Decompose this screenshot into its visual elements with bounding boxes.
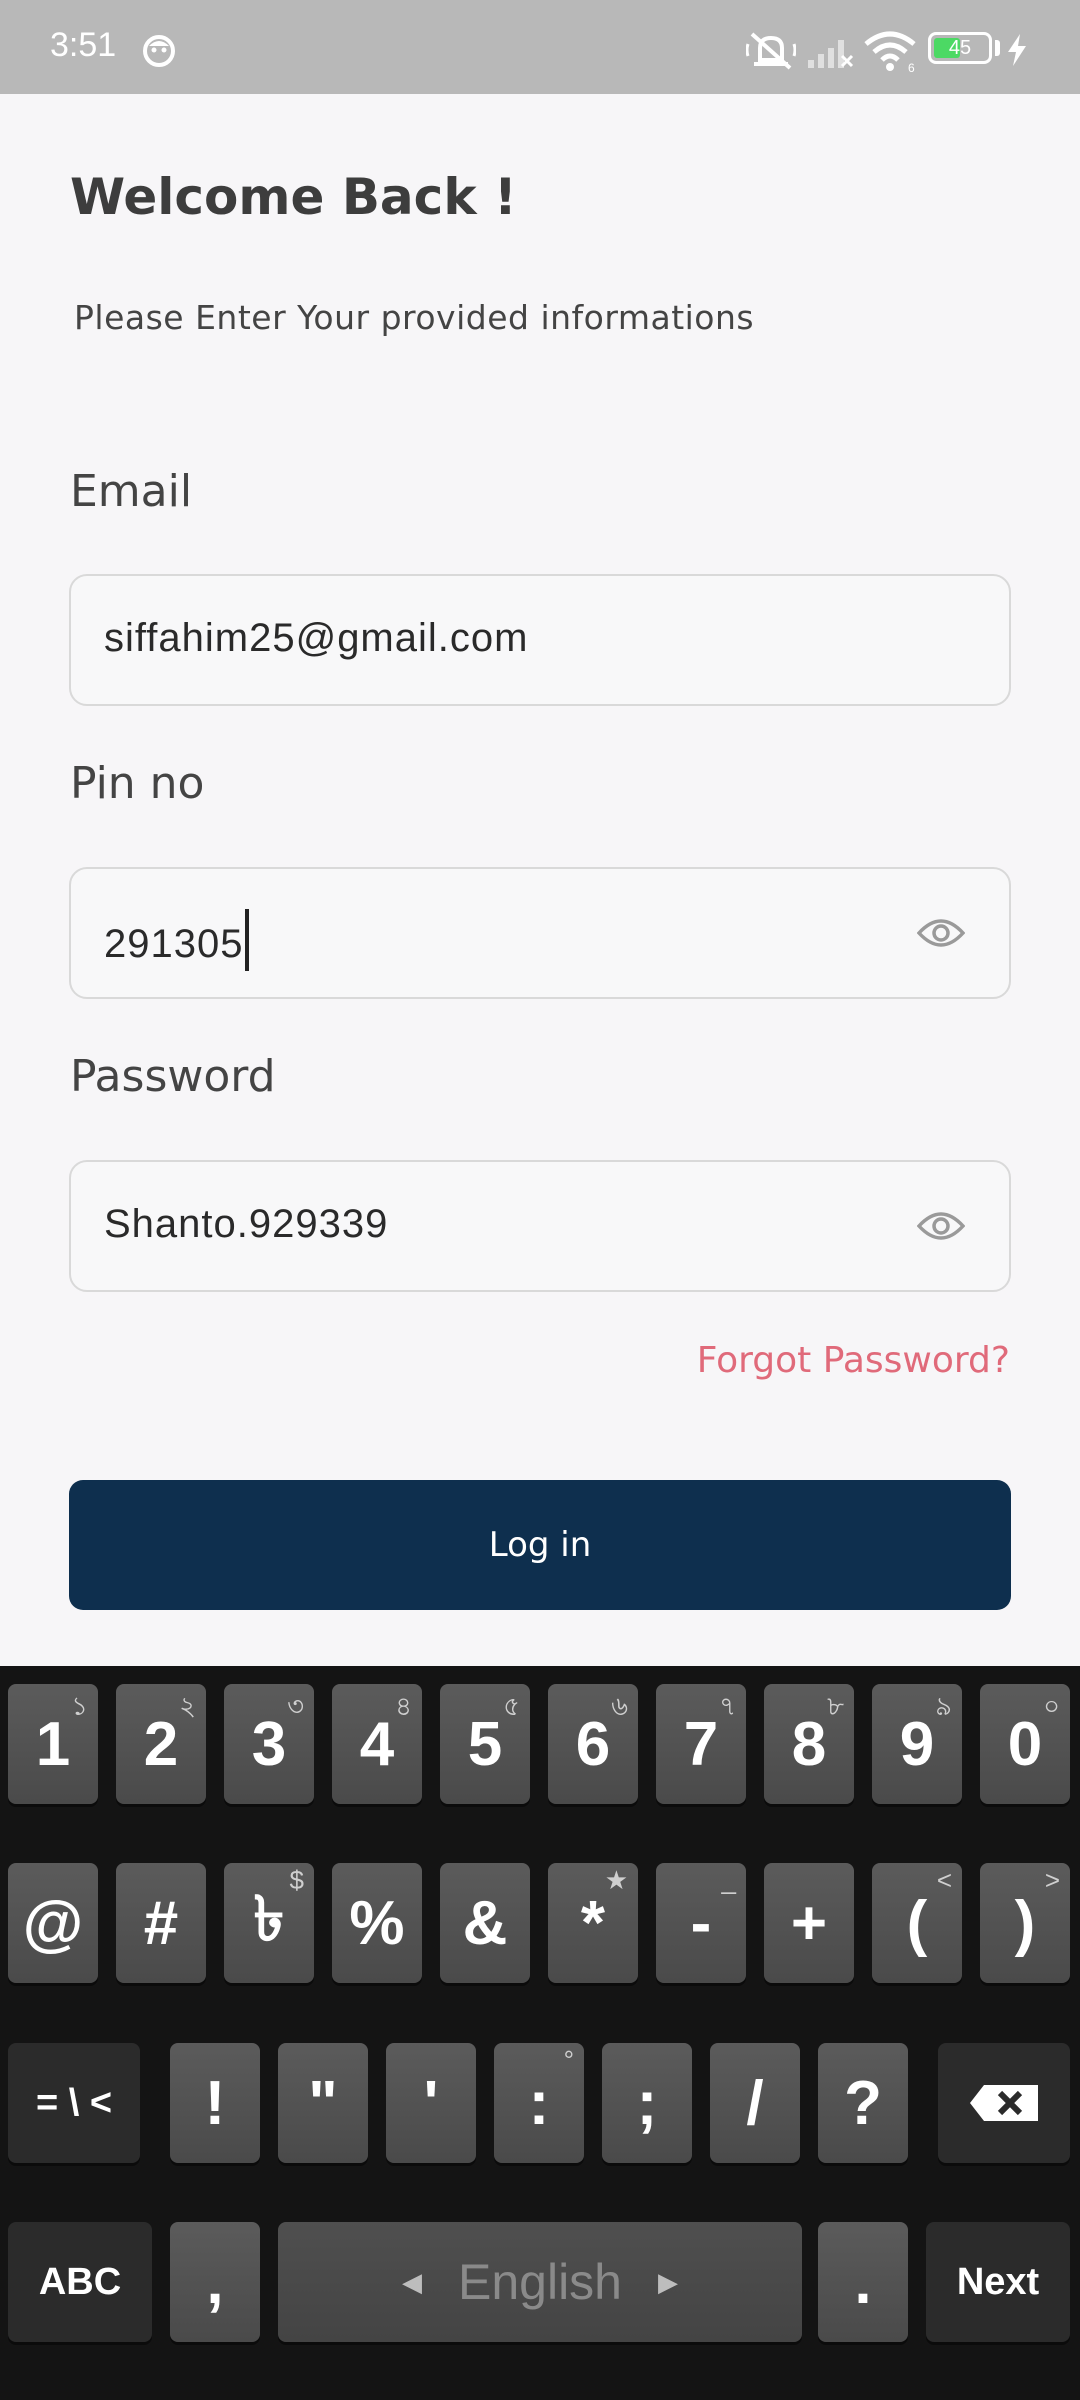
key-symbols-more[interactable]: = \ <: [8, 2043, 140, 2163]
key-colon[interactable]: : °: [494, 2043, 584, 2163]
key-2[interactable]: 2২: [116, 1684, 206, 1804]
key-6[interactable]: 6৬: [548, 1684, 638, 1804]
key-5[interactable]: 5৫: [440, 1684, 530, 1804]
key-8[interactable]: 8৮: [764, 1684, 854, 1804]
key-plus[interactable]: +: [764, 1863, 854, 1983]
email-label: Email: [70, 466, 193, 517]
key-slash[interactable]: /: [710, 2043, 800, 2163]
page-subtitle: Please Enter Your provided informations: [74, 298, 755, 337]
signal-icon: [808, 40, 854, 68]
page-title: Welcome Back !: [70, 168, 517, 226]
password-value: Shanto.929339: [104, 1202, 389, 1246]
key-open-paren[interactable]: (<: [872, 1863, 962, 1983]
email-field[interactable]: siffahim25@gmail.com: [69, 574, 1011, 706]
language-label: English: [458, 2254, 622, 2310]
key-close-paren[interactable]: ) >: [980, 1863, 1070, 1983]
key-1[interactable]: 1১: [8, 1684, 98, 1804]
key-backspace[interactable]: [938, 2043, 1070, 2163]
key-ampersand[interactable]: &: [440, 1863, 530, 1983]
pin-label: Pin no: [70, 758, 205, 809]
key-semicolon[interactable]: ;: [602, 2043, 692, 2163]
key-question[interactable]: ?: [818, 2043, 908, 2163]
key-space[interactable]: ◀ English ▶: [278, 2222, 802, 2342]
key-at[interactable]: @: [8, 1863, 98, 1983]
battery-level: 45: [948, 37, 972, 59]
eye-icon[interactable]: [917, 915, 965, 951]
arrow-right-icon: ▶: [658, 2266, 678, 2297]
charging-icon: [1008, 34, 1026, 66]
key-9[interactable]: 9৯: [872, 1684, 962, 1804]
key-double-quote[interactable]: ": [278, 2043, 368, 2163]
key-period[interactable]: .: [818, 2222, 908, 2342]
key-next[interactable]: Next: [926, 2222, 1070, 2342]
key-abc[interactable]: ABC: [8, 2222, 152, 2342]
key-taka[interactable]: ৳ $: [224, 1863, 314, 1983]
keyboard: 1১ 2২ 3৩ 4৪ 5৫ 6৬ 7৭ 8৮ 9৯ 0০ @ # ৳ $ % &…: [0, 1666, 1080, 2400]
key-4[interactable]: 4৪: [332, 1684, 422, 1804]
eye-icon[interactable]: [917, 1208, 965, 1244]
pin-value: 291305: [104, 922, 244, 966]
backspace-icon: [970, 2085, 1038, 2121]
key-minus[interactable]: - _: [656, 1863, 746, 1983]
svg-text:6: 6: [908, 61, 915, 72]
face-icon: [143, 35, 175, 67]
key-single-quote[interactable]: ': [386, 2043, 476, 2163]
email-value: siffahim25@gmail.com: [104, 616, 529, 660]
key-0[interactable]: 0০: [980, 1684, 1070, 1804]
key-exclamation[interactable]: !: [170, 2043, 260, 2163]
text-caret: [245, 909, 250, 971]
key-7[interactable]: 7৭: [656, 1684, 746, 1804]
status-time: 3:51: [50, 26, 117, 64]
login-button[interactable]: Log in: [69, 1480, 1011, 1610]
password-field[interactable]: Shanto.929339: [69, 1160, 1011, 1292]
key-percent[interactable]: %: [332, 1863, 422, 1983]
password-label: Password: [70, 1051, 276, 1102]
key-comma[interactable]: ,: [170, 2222, 260, 2342]
wifi-icon: 6: [864, 31, 916, 72]
key-hash[interactable]: #: [116, 1863, 206, 1983]
key-asterisk[interactable]: * ★: [548, 1863, 638, 1983]
battery-icon: 45: [928, 32, 992, 64]
key-3[interactable]: 3৩: [224, 1684, 314, 1804]
forgot-password-link[interactable]: Forgot Password?: [697, 1340, 1010, 1381]
mute-icon: [746, 32, 796, 70]
arrow-left-icon: ◀: [402, 2266, 422, 2297]
pin-field[interactable]: 291305: [69, 867, 1011, 999]
status-bar: 3:51 6 45: [0, 0, 1080, 94]
